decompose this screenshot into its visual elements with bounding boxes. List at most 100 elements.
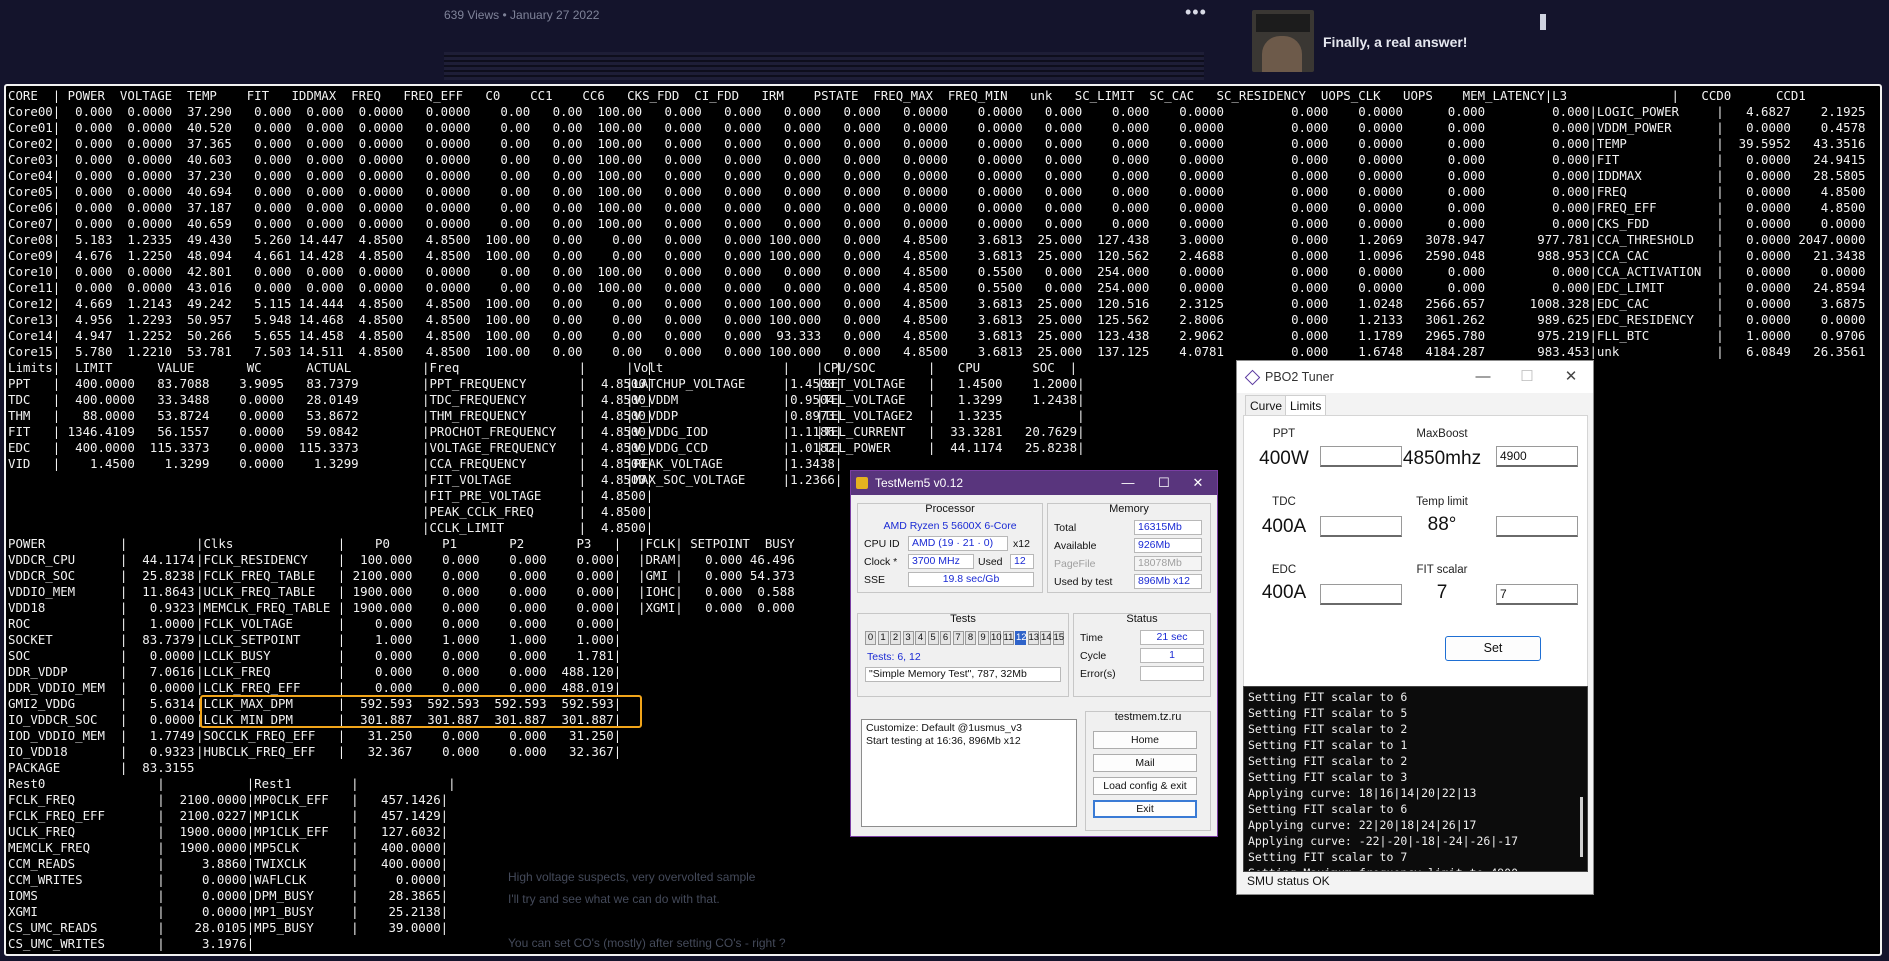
edc-value: 400A xyxy=(1261,582,1307,603)
test-cell[interactable]: 6 xyxy=(940,631,951,645)
exit-button[interactable]: Exit xyxy=(1093,800,1197,818)
ghost-line-3: You can set CO's (mostly) after setting … xyxy=(508,936,786,950)
tdc-label: TDC xyxy=(1272,496,1296,508)
test-cell[interactable]: 5 xyxy=(927,631,939,645)
test-cell[interactable]: 11 xyxy=(1002,631,1014,645)
fit-scalar-value: 7 xyxy=(1436,582,1448,603)
test-cell[interactable]: 8 xyxy=(965,631,976,645)
lclk-highlight-box xyxy=(200,695,642,728)
pbo2-title: PBO2 Tuner xyxy=(1265,370,1334,384)
sse-value: 19.8 sec/Gb xyxy=(908,572,1034,587)
testmem5-titlebar[interactable]: TestMem5 v0.12 — ☐ ✕ xyxy=(851,471,1217,495)
available-value: 926Mb xyxy=(1134,538,1202,553)
site-label: testmem.tz.ru xyxy=(1114,711,1182,723)
test-name: "Simple Memory Test", 787, 32Mb xyxy=(865,667,1061,682)
test-cell[interactable]: 9 xyxy=(977,631,989,645)
testmem-log: Customize: Default @1usmus_v3 Start test… xyxy=(861,719,1077,827)
memory-group: Memory Total 16315Mb Available 926Mb Pag… xyxy=(1047,503,1211,593)
usedbytest-label: Used by test xyxy=(1054,576,1113,588)
close-button[interactable]: ✕ xyxy=(1549,361,1593,393)
sse-label: SSE xyxy=(864,574,886,586)
test-cell[interactable]: 10 xyxy=(990,631,1002,645)
answer-title[interactable]: Finally, a real answer! xyxy=(1323,34,1467,50)
time-value: 21 sec xyxy=(1140,630,1204,645)
pbo2-log-text: Setting FIT scalar to 6 Setting FIT scal… xyxy=(1248,690,1519,871)
test-cell[interactable]: 4 xyxy=(915,631,926,645)
minimize-button[interactable]: — xyxy=(1113,471,1143,495)
test-cells: 0 1 2 3 4 5 6 7 8 9 10 11 12 13 14 15 xyxy=(865,631,1065,645)
pbo2-app-icon xyxy=(1244,369,1261,386)
used-label: Used xyxy=(978,556,1003,568)
tab-curve[interactable]: Curve xyxy=(1245,395,1288,417)
maxboost-label: MaxBoost xyxy=(1416,428,1468,440)
processor-label: Processor xyxy=(925,503,975,515)
pagefile-label: PageFile xyxy=(1054,558,1096,570)
maximize-button[interactable]: ☐ xyxy=(1505,361,1549,393)
clock-value: 3700 MHz xyxy=(908,554,974,569)
ghost-line-1: High voltage suspects, very overvolted s… xyxy=(508,870,756,884)
smu-status: SMU status OK xyxy=(1247,874,1330,888)
volt-table: |Volt | | |LATCHUP_VOLTAGE |1.4500| |V_V… xyxy=(626,360,843,487)
test-cell[interactable]: 1 xyxy=(877,631,889,645)
errors-label: Error(s) xyxy=(1080,668,1116,680)
edc-input[interactable] xyxy=(1320,584,1402,605)
tdc-value: 400A xyxy=(1261,516,1307,537)
cycle-label: Cycle xyxy=(1080,650,1107,662)
used-value: 12 xyxy=(1010,554,1034,569)
tests-info: Tests: 6, 12 xyxy=(867,651,921,663)
set-button[interactable]: Set xyxy=(1445,636,1541,661)
status-label: Status xyxy=(1126,613,1158,625)
maxboost-input[interactable]: 4900 xyxy=(1496,446,1578,467)
errors-value xyxy=(1140,666,1204,681)
load-config-button[interactable]: Load config & exit xyxy=(1093,777,1197,795)
testmem-app-icon xyxy=(856,477,868,489)
mini-preview xyxy=(444,52,1204,80)
fit-scalar-input[interactable]: 7 xyxy=(1496,584,1578,605)
test-cell-active[interactable]: 12 xyxy=(1015,631,1027,645)
test-cell[interactable]: 0 xyxy=(865,631,876,645)
test-cell[interactable]: 14 xyxy=(1040,631,1052,645)
temp-limit-input[interactable] xyxy=(1496,516,1578,537)
rest-table: Rest0 | |Rest1 | | FCLK_FREQ | 2100.0000… xyxy=(8,776,456,951)
total-label: Total xyxy=(1054,522,1077,534)
mail-button[interactable]: Mail xyxy=(1093,754,1197,772)
tests-label: Tests xyxy=(950,613,976,625)
cpuid-label: CPU ID xyxy=(864,538,900,550)
pbo2-tuner-window: PBO2 Tuner — ☐ ✕ Curve Limits PPT 400W M… xyxy=(1236,360,1594,895)
processor-group: Processor AMD Ryzen 5 5600X 6-Core CPU I… xyxy=(857,503,1043,593)
test-cell[interactable]: 7 xyxy=(952,631,964,645)
testmem5-window: TestMem5 v0.12 — ☐ ✕ Processor AMD Ryzen… xyxy=(850,470,1218,837)
test-cell[interactable]: 15 xyxy=(1052,631,1064,645)
answer-thumbnail[interactable] xyxy=(1252,10,1314,72)
temp-limit-label: Temp limit xyxy=(1416,496,1468,508)
available-label: Available xyxy=(1054,540,1097,552)
edc-label: EDC xyxy=(1271,564,1297,576)
bookmark-icon[interactable] xyxy=(1540,14,1546,30)
close-button[interactable]: ✕ xyxy=(1183,471,1213,495)
ppt-label: PPT xyxy=(1272,428,1296,440)
tab-limits[interactable]: Limits xyxy=(1285,395,1327,417)
log-scrollbar[interactable] xyxy=(1580,797,1583,857)
ppt-input[interactable] xyxy=(1320,446,1402,467)
clock-label: Clock * xyxy=(864,556,898,568)
ppt-value: 400W xyxy=(1259,448,1309,469)
pbo2-titlebar[interactable]: PBO2 Tuner — ☐ ✕ xyxy=(1237,361,1593,393)
cpu-soc-table: |CPU/SOC | CPU SOC | |SET_VOLTAGE | 1.45… xyxy=(816,360,1085,455)
minimize-button[interactable]: — xyxy=(1461,361,1505,393)
tdc-input[interactable] xyxy=(1320,516,1402,537)
ghost-line-2: I'll try and see what we can do with tha… xyxy=(508,892,720,906)
fclk-table: |FCLK| SETPOINT BUSY |DRAM| 0.000 46.496… xyxy=(638,536,795,615)
fit-scalar-label: FIT scalar xyxy=(1416,564,1468,576)
post-meta: 639 Views • January 27 2022 xyxy=(444,8,600,22)
test-cell[interactable]: 2 xyxy=(890,631,901,645)
more-icon[interactable]: ••• xyxy=(1185,2,1207,23)
freq-table: |Freq | | |PPT_FREQUENCY | 4.8500| |TDC_… xyxy=(422,360,654,535)
temp-limit-value: 88° xyxy=(1427,514,1457,535)
testmem5-title: TestMem5 v0.12 xyxy=(875,476,964,490)
time-label: Time xyxy=(1080,632,1103,644)
test-cell[interactable]: 13 xyxy=(1027,631,1039,645)
test-cell[interactable]: 3 xyxy=(902,631,914,645)
home-button[interactable]: Home xyxy=(1093,731,1197,749)
maximize-button[interactable]: ☐ xyxy=(1149,471,1179,495)
pagefile-value: 18078Mb xyxy=(1134,556,1202,571)
